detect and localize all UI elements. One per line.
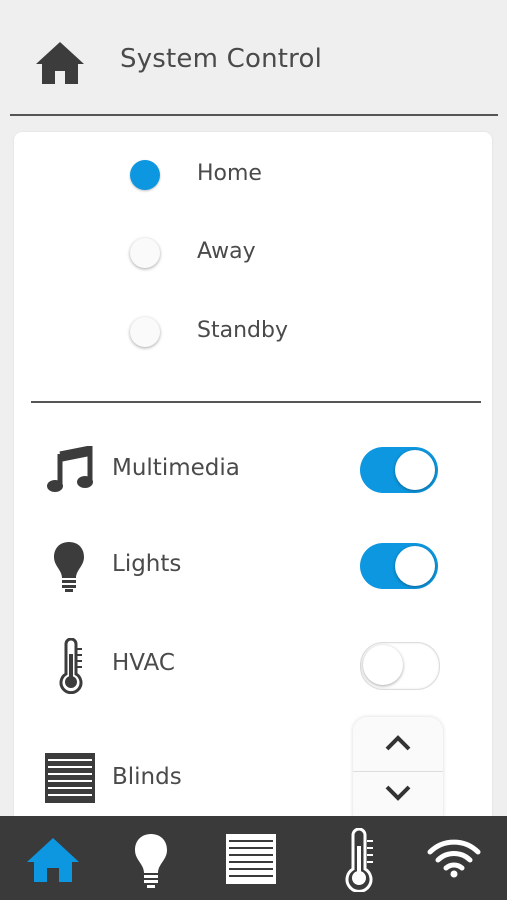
mode-option-standby[interactable]: Standby [14,305,492,355]
mode-label: Home [197,161,262,186]
mode-label: Standby [197,318,288,343]
nav-home-icon[interactable] [25,836,81,884]
nav-blinds-icon[interactable] [225,833,277,885]
system-row-multimedia: Multimedia [14,440,492,500]
nav-thermometer-icon[interactable] [343,828,375,892]
lights-toggle[interactable] [360,543,438,589]
multimedia-toggle[interactable] [360,447,438,493]
mode-option-away[interactable]: Away [14,226,492,276]
toggle-knob [395,546,435,586]
system-row-hvac: HVAC [14,636,492,696]
page-title: System Control [120,44,323,74]
system-label: Lights [112,551,182,577]
mode-option-home[interactable]: Home [14,148,492,198]
chevron-down-icon [385,785,411,801]
system-row-lights: Lights [14,536,492,596]
blinds-stepper [353,717,443,827]
toggle-knob [363,645,403,685]
chevron-up-icon [385,735,411,751]
blinds-up-button[interactable] [353,717,443,771]
header: System Control [0,0,507,116]
home-icon[interactable] [34,40,86,86]
section-divider [31,401,481,403]
nav-light-bulb-icon[interactable] [133,832,169,888]
radio-button[interactable] [130,317,160,347]
control-card: Home Away Standby Multimedia Lights HVAC… [14,132,492,852]
light-bulb-icon [54,542,84,592]
toggle-knob [395,450,435,490]
hvac-toggle[interactable] [360,642,440,690]
system-label: HVAC [112,650,175,676]
bottom-nav-bar [0,816,507,900]
header-divider [10,114,498,116]
radio-button[interactable] [130,160,160,190]
thermometer-icon [59,638,83,694]
radio-button[interactable] [130,238,160,268]
mode-label: Away [197,239,256,264]
blinds-icon [45,753,95,803]
music-note-icon [47,446,93,492]
nav-wifi-icon[interactable] [426,838,482,878]
system-label: Multimedia [112,455,240,481]
system-label: Blinds [112,764,182,790]
